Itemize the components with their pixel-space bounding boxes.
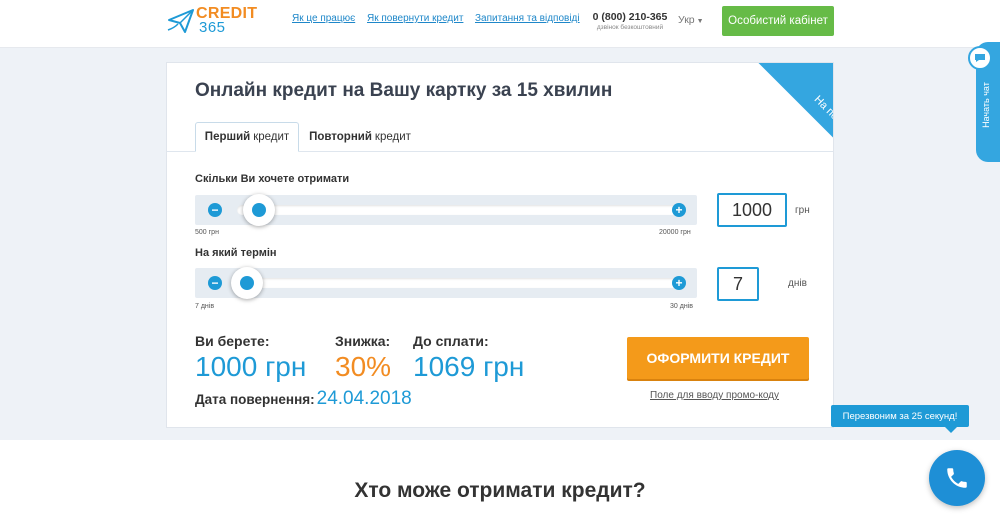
logo[interactable]: CREDIT 365 <box>166 2 266 42</box>
discount-label: Знижка: <box>335 333 391 349</box>
language-select[interactable]: Укр ▼ <box>678 14 704 26</box>
term-unit: днів <box>788 278 807 289</box>
amount-unit: грн <box>795 205 810 216</box>
tab-repeat-bold: Повторний <box>309 131 372 143</box>
promo-code-link[interactable]: Поле для вводу промо-коду <box>650 390 779 401</box>
discount-ribbon: -30% На перший кредит <box>708 63 833 272</box>
take-value: 1000 грн <box>195 351 307 382</box>
term-max: 30 днів <box>670 303 693 310</box>
return-date-value: 24.04.2018 <box>316 388 412 409</box>
amount-slider[interactable]: − + <box>195 194 697 226</box>
language-label: Укр <box>678 14 695 26</box>
callback-tooltip: Перезвоним за 25 секунд! <box>831 405 969 433</box>
plus-icon[interactable]: + <box>672 203 686 217</box>
logo-text-365: 365 <box>199 19 226 36</box>
tab-repeat-loan[interactable]: Повторний кредит <box>305 122 415 152</box>
nav-how-to-repay[interactable]: Як повернути кредит <box>367 13 463 24</box>
amount-slider-handle[interactable] <box>242 194 275 226</box>
chat-label[interactable]: Начать чат <box>981 65 991 145</box>
tab-first-bold: Перший <box>204 131 251 143</box>
term-input[interactable]: 7 <box>717 267 759 301</box>
phone-icon <box>947 468 967 488</box>
minus-icon[interactable]: − <box>208 276 222 290</box>
tab-first-loan[interactable]: Перший кредит <box>195 122 299 152</box>
card-title: Онлайн кредит на Вашу картку за 15 хвили… <box>195 80 613 101</box>
return-date: Дата повернення: 24.04.2018 <box>195 388 412 410</box>
pay-value: 1069 грн <box>413 351 525 382</box>
personal-cabinet-button[interactable]: Особистий кабінет <box>722 6 834 36</box>
amount-max: 20000 грн <box>659 229 691 236</box>
phone-number[interactable]: 0 (800) 210-365 <box>592 11 668 23</box>
return-date-label: Дата повернення: <box>195 392 315 407</box>
nav-faq[interactable]: Запитання та відповіді <box>475 13 580 24</box>
section-title: Хто може отримати кредит? <box>354 479 646 502</box>
amount-rail[interactable] <box>237 205 681 215</box>
take-label: Ви берете: <box>195 333 270 349</box>
amount-input[interactable]: 1000 <box>717 193 787 227</box>
loan-calculator-card: -30% На перший кредит Онлайн кредит на В… <box>166 62 834 428</box>
phone-block[interactable]: 0 (800) 210-365 дзвінок безкоштовний <box>592 11 668 31</box>
term-slider-handle[interactable] <box>231 267 263 299</box>
term-label: На який термін <box>195 247 277 259</box>
site-header: CREDIT 365 Як це працює Як повернути кре… <box>0 0 1000 48</box>
tab-first-rest: кредит <box>253 131 290 143</box>
term-min: 7 днів <box>195 303 215 310</box>
tab-repeat-rest: кредит <box>374 131 411 143</box>
amount-min: 500 грн <box>195 229 219 236</box>
phone-subtext: дзвінок безкоштовний <box>596 24 664 31</box>
plus-icon[interactable]: + <box>672 276 686 290</box>
term-rail[interactable] <box>237 278 681 288</box>
apply-loan-button[interactable]: ОФОРМИТИ КРЕДИТ <box>627 337 809 379</box>
chevron-down-icon: ▼ <box>696 18 704 25</box>
discount-value: 30% <box>335 351 392 382</box>
nav-how-it-works[interactable]: Як це працює <box>292 13 355 24</box>
pay-label: До сплати: <box>413 333 489 349</box>
minus-icon[interactable]: − <box>208 203 222 217</box>
amount-label: Скільки Ви хочете отримати <box>195 173 350 185</box>
callback-button[interactable] <box>929 450 985 506</box>
paper-plane-icon <box>167 9 194 33</box>
term-slider[interactable]: − + <box>195 267 697 299</box>
